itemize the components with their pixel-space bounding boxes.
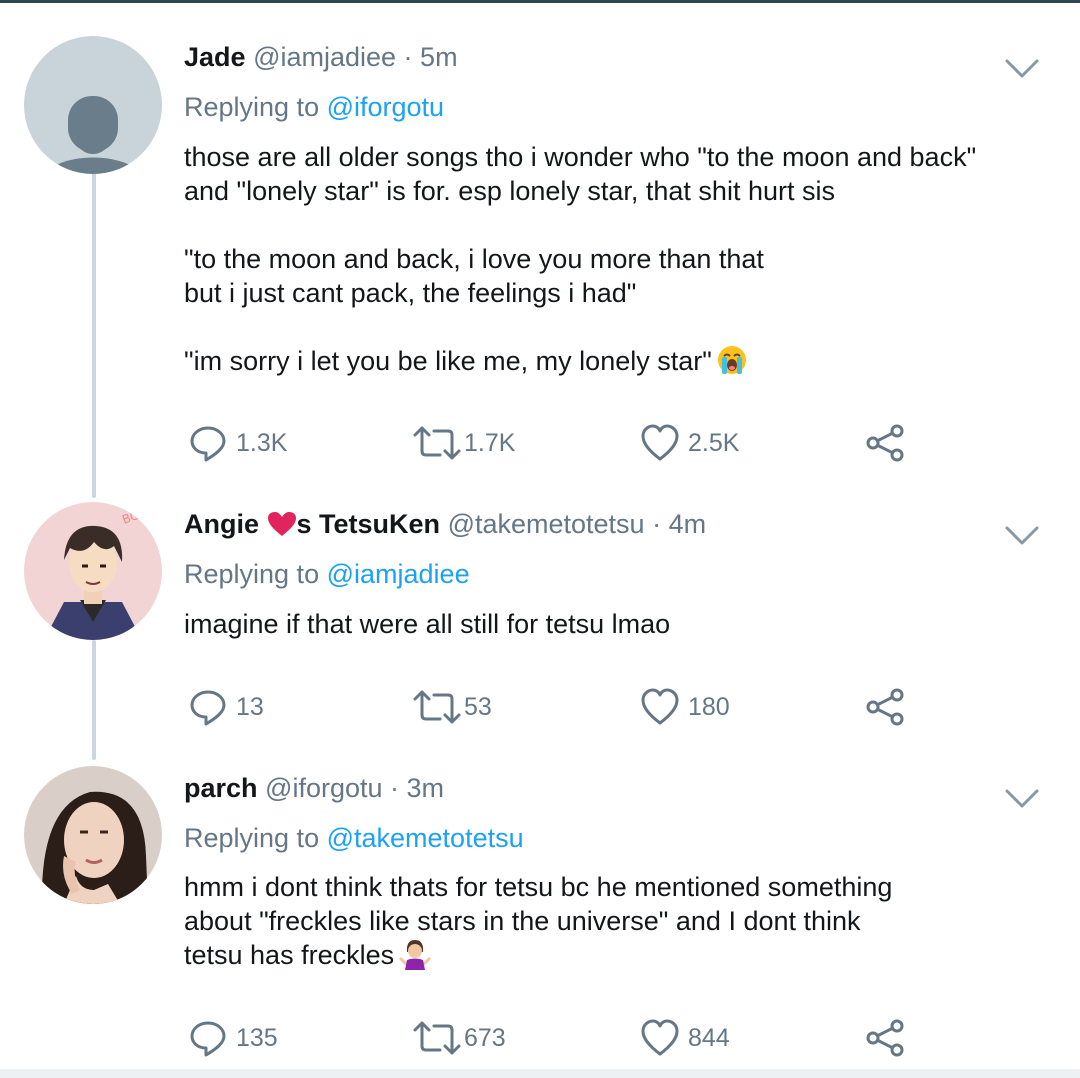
retweet-button[interactable]: 673 [412, 1013, 506, 1063]
reply-count: 1.3K [236, 428, 288, 457]
user-handle[interactable]: @iamjadiee [253, 42, 396, 72]
separator: · [644, 509, 669, 539]
replying-to: Replying to @takemetotetsu [184, 821, 524, 855]
heart-icon [641, 688, 679, 725]
reply-target-link[interactable]: @iforgotu [327, 92, 444, 122]
retweet-icon [413, 690, 461, 724]
reply-count: 135 [236, 1023, 278, 1052]
tweet-header: Angie s TetsuKen @takemetotetsu · 4m [184, 507, 706, 541]
share-icon [866, 1019, 904, 1057]
display-name[interactable]: Angie s TetsuKen [184, 509, 440, 539]
chevron-down-icon[interactable] [1004, 788, 1040, 810]
reply-icon [190, 690, 226, 726]
person-shrugging-icon [398, 938, 432, 978]
loudly-crying-face-icon [716, 344, 748, 384]
replying-label: Replying to [184, 92, 320, 122]
share-button[interactable] [864, 1013, 906, 1063]
avatar[interactable] [24, 766, 162, 904]
display-name[interactable]: parch [184, 773, 258, 803]
text-line-content: "im sorry i let you be like me, my lonel… [184, 346, 712, 376]
user-handle[interactable]: @iforgotu [265, 773, 382, 803]
share-button[interactable] [864, 682, 906, 732]
woman-portrait-avatar-icon [24, 766, 162, 904]
replying-to: Replying to @iforgotu [184, 90, 444, 124]
text-line: about "freckles like stars in the univer… [184, 906, 861, 936]
retweet-button[interactable]: 53 [412, 682, 492, 732]
tweet-header: parch @iforgotu · 3m [184, 771, 444, 805]
timestamp[interactable]: 4m [669, 509, 707, 539]
reply-icon [190, 1021, 226, 1057]
text-line: imagine if that were all still for tetsu… [184, 609, 671, 639]
separator: · [382, 773, 407, 803]
like-button[interactable]: 2.5K [640, 418, 739, 468]
like-count: 180 [688, 692, 730, 721]
chevron-down-icon[interactable] [1004, 58, 1040, 80]
retweet-icon [413, 1021, 461, 1055]
retweet-count: 673 [464, 1023, 506, 1052]
tweet-actions: 1.3K 1.7K 2.5K [0, 418, 1080, 468]
text-line: those are all older songs tho i wonder w… [184, 142, 977, 172]
tweet-text: hmm i dont think thats for tetsu bc he m… [184, 870, 892, 978]
display-name-part: s TetsuKen [296, 509, 441, 539]
reply-icon [190, 426, 226, 462]
retweet-icon [413, 426, 461, 460]
reply-target-link[interactable]: @iamjadiee [327, 559, 470, 589]
reply-target-link[interactable]: @takemetotetsu [327, 823, 524, 853]
text-line: "to the moon and back, i love you more t… [184, 244, 764, 274]
replying-label: Replying to [184, 559, 320, 589]
retweet-count: 1.7K [464, 428, 516, 457]
share-button[interactable] [864, 418, 906, 468]
timestamp[interactable]: 3m [407, 773, 445, 803]
text-line: "im sorry i let you be like me, my lonel… [184, 344, 976, 384]
replying-label: Replying to [184, 823, 320, 853]
default-profile-avatar-icon [24, 36, 162, 174]
avatar[interactable] [24, 36, 162, 174]
avatar[interactable]: BCAM [24, 502, 162, 640]
like-count: 2.5K [688, 428, 740, 457]
text-line: and "lonely star" is for. esp lonely sta… [184, 176, 835, 206]
chevron-down-icon[interactable] [1004, 525, 1040, 547]
heart-icon [641, 424, 679, 461]
share-icon [866, 688, 904, 726]
heart-icon [641, 1019, 679, 1056]
tweet-header: Jade @iamjadiee · 5m [184, 40, 458, 74]
tweet-actions: 135 673 844 [0, 1013, 1080, 1063]
text-line: tetsu has freckles [184, 938, 892, 978]
reply-button[interactable]: 13 [188, 682, 264, 732]
user-handle[interactable]: @takemetotetsu [448, 509, 645, 539]
replying-to: Replying to @iamjadiee [184, 557, 470, 591]
top-border [0, 0, 1080, 3]
reply-count: 13 [236, 692, 264, 721]
share-icon [866, 424, 904, 462]
reply-button[interactable]: 135 [188, 1013, 278, 1063]
like-button[interactable]: 180 [640, 682, 730, 732]
like-button[interactable]: 844 [640, 1013, 730, 1063]
retweet-count: 53 [464, 692, 492, 721]
tweet-text: imagine if that were all still for tetsu… [184, 607, 670, 641]
text-line-content: tetsu has freckles [184, 940, 395, 970]
bottom-divider [0, 1069, 1080, 1078]
timestamp[interactable]: 5m [420, 42, 458, 72]
anime-character-avatar-icon: BCAM [24, 502, 162, 640]
like-count: 844 [688, 1023, 730, 1052]
text-line: hmm i dont think thats for tetsu bc he m… [184, 872, 893, 902]
tweet-actions: 13 53 180 [0, 682, 1080, 732]
tweet-text: those are all older songs tho i wonder w… [184, 140, 976, 384]
display-name[interactable]: Jade [184, 42, 246, 72]
text-line: but i just cant pack, the feelings i had… [184, 278, 637, 308]
retweet-button[interactable]: 1.7K [412, 418, 515, 468]
separator: · [396, 42, 421, 72]
reply-button[interactable]: 1.3K [188, 418, 287, 468]
red-heart-icon [267, 509, 297, 539]
display-name-part: Angie [184, 509, 267, 539]
